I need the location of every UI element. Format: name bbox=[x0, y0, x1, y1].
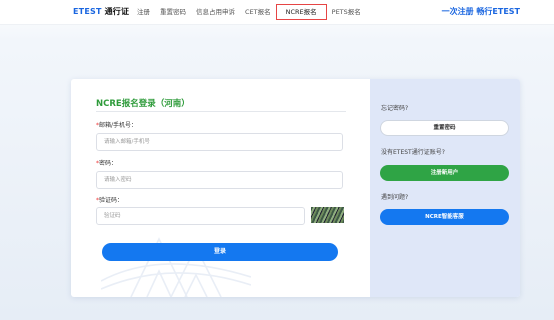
account-label: *邮箱/手机号： bbox=[96, 120, 137, 129]
login-form-panel: NCRE报名登录（河南） *邮箱/手机号： 请输入邮箱/手机号 *密码： 请输入… bbox=[71, 79, 370, 297]
login-card: NCRE报名登录（河南） *邮箱/手机号： 请输入邮箱/手机号 *密码： 请输入… bbox=[71, 79, 520, 297]
captcha-image[interactable] bbox=[311, 207, 344, 223]
etest-logo[interactable]: ETEST 通行证 bbox=[73, 6, 129, 17]
nav-register[interactable]: 注册 bbox=[132, 0, 155, 24]
no-account-text: 没有ETEST通行证账号? bbox=[381, 149, 445, 156]
slogan: 一次注册 畅行ETEST bbox=[441, 7, 520, 16]
brand-name: ETEST bbox=[73, 7, 102, 16]
login-button[interactable]: 登录 bbox=[102, 243, 338, 261]
form-title: NCRE报名登录（河南） bbox=[96, 99, 190, 109]
nav-ncre[interactable]: NCRE报名 bbox=[275, 4, 327, 20]
reset-password-button[interactable]: 重置密码 bbox=[380, 120, 509, 136]
main-nav: 注册 重置密码 信息占用申诉 CET报名 NCRE报名 PETS报名 bbox=[132, 0, 366, 24]
register-button[interactable]: 注册新用户 bbox=[380, 165, 509, 181]
nav-reset-password[interactable]: 重置密码 bbox=[155, 0, 191, 24]
password-label-text: 密码： bbox=[99, 160, 118, 167]
title-divider bbox=[96, 111, 346, 112]
top-nav-bar: ETEST 通行证 注册 重置密码 信息占用申诉 CET报名 NCRE报名 PET… bbox=[0, 0, 554, 25]
nav-cet[interactable]: CET报名 bbox=[240, 0, 276, 24]
problem-text: 遇到问题? bbox=[381, 194, 409, 201]
side-panel: 忘记密码? 重置密码 没有ETEST通行证账号? 注册新用户 遇到问题? NCR… bbox=[370, 79, 520, 297]
password-label: *密码： bbox=[96, 158, 117, 167]
forgot-password-text: 忘记密码? bbox=[381, 105, 409, 112]
password-input[interactable]: 请输入密码 bbox=[96, 171, 343, 189]
account-input[interactable]: 请输入邮箱/手机号 bbox=[96, 133, 343, 151]
captcha-label: *验证码： bbox=[96, 195, 123, 204]
captcha-input[interactable]: 验证码 bbox=[96, 207, 305, 225]
nav-info-appeal[interactable]: 信息占用申诉 bbox=[191, 0, 240, 24]
nav-pets[interactable]: PETS报名 bbox=[327, 0, 366, 24]
brand-suffix: 通行证 bbox=[104, 7, 130, 16]
customer-service-button[interactable]: NCRE智能客服 bbox=[380, 209, 509, 225]
account-label-text: 邮箱/手机号： bbox=[99, 122, 138, 129]
captcha-label-text: 验证码： bbox=[99, 197, 124, 204]
